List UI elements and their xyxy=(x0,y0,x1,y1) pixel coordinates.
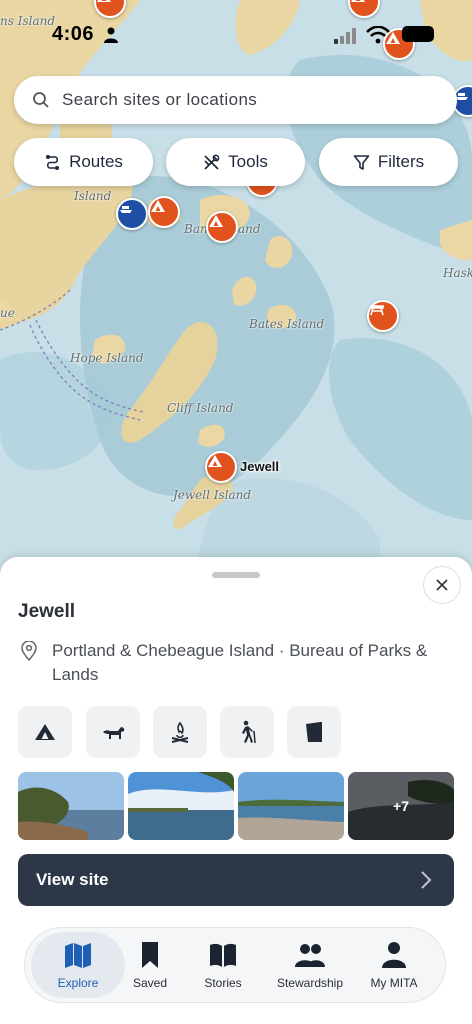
map-icon xyxy=(65,943,91,968)
map-label: and xyxy=(238,222,261,236)
amenity-hiking[interactable] xyxy=(220,706,274,758)
person-icon xyxy=(104,27,118,43)
campfire-icon xyxy=(171,721,189,743)
view-site-label: View site xyxy=(36,870,109,889)
battery-icon xyxy=(402,26,434,42)
amenity-campfire[interactable] xyxy=(153,706,207,758)
wifi-icon xyxy=(366,26,390,44)
tab-label: Saved xyxy=(132,976,168,990)
ferry-icon xyxy=(120,206,132,213)
tent-icon xyxy=(151,200,165,212)
close-button[interactable] xyxy=(423,566,461,604)
map-label: ue xyxy=(0,306,15,320)
book-icon xyxy=(210,943,236,967)
tent-icon xyxy=(97,0,111,2)
tab-label: My MITA xyxy=(370,976,418,990)
tools-icon xyxy=(204,154,220,170)
site-photo[interactable] xyxy=(18,772,124,840)
status-time: 4:06 xyxy=(52,23,95,45)
site-photo-more[interactable]: +7 xyxy=(348,772,454,840)
tent-icon xyxy=(35,724,55,740)
photo-image xyxy=(238,772,344,840)
photo-image xyxy=(128,772,234,840)
group-icon xyxy=(295,944,325,967)
search-input[interactable] xyxy=(62,90,422,110)
tab-stewardship[interactable]: Stewardship xyxy=(268,932,352,998)
campsite-pin[interactable] xyxy=(206,211,238,243)
location-text: Portland & Chebeague Island · Bureau of … xyxy=(52,641,428,684)
tab-stories[interactable]: Stories xyxy=(195,932,251,998)
bookmark-icon xyxy=(142,942,158,968)
tab-label: Stories xyxy=(204,976,242,990)
chevron-right-icon xyxy=(421,871,432,889)
routes-icon xyxy=(46,154,60,170)
site-detail-sheet: Jewell Portland & Chebeague Island · Bur… xyxy=(0,557,472,1024)
location-pin-icon xyxy=(21,641,37,661)
person-icon xyxy=(382,942,406,968)
map-label: Jewell Island xyxy=(173,488,252,502)
tent-icon xyxy=(209,215,223,227)
dog-icon xyxy=(103,727,125,739)
picnic-table-icon xyxy=(370,305,384,316)
map-label: Hope Island xyxy=(70,351,144,365)
site-photo[interactable] xyxy=(128,772,234,840)
map-label: Bates Island xyxy=(249,317,325,331)
tools-button[interactable]: Tools xyxy=(166,138,305,186)
tab-label: Explore xyxy=(57,976,99,990)
routes-label: Routes xyxy=(69,152,123,171)
status-bar: 4:06 xyxy=(0,18,472,48)
map-label: Hask xyxy=(443,266,472,280)
pin-label: Jewell xyxy=(240,459,280,474)
more-photos-count: +7 xyxy=(348,772,454,840)
tools-label: Tools xyxy=(228,152,268,171)
filter-icon xyxy=(353,154,370,170)
map-label: Island xyxy=(74,189,112,203)
bottom-tab-bar: Explore Saved Stories Stewardship My MIT… xyxy=(24,927,446,1003)
site-title: Jewell xyxy=(18,601,76,622)
site-photo[interactable] xyxy=(238,772,344,840)
site-location: Portland & Chebeague Island · Bureau of … xyxy=(20,639,450,687)
tent-icon xyxy=(208,455,222,467)
signal-icon xyxy=(334,28,356,44)
campsite-pin[interactable] xyxy=(148,196,180,228)
routes-button[interactable]: Routes xyxy=(14,138,153,186)
view-site-button[interactable]: View site xyxy=(18,854,454,906)
amenity-privy[interactable] xyxy=(287,706,341,758)
amenity-tent[interactable] xyxy=(18,706,72,758)
search-icon xyxy=(33,92,49,108)
filters-label: Filters xyxy=(377,152,425,171)
selected-campsite-pin[interactable] xyxy=(205,451,237,483)
map-label: Cliff Island xyxy=(167,401,234,415)
amenity-dog[interactable] xyxy=(86,706,140,758)
ferry-pin[interactable] xyxy=(116,198,148,230)
search-bar[interactable] xyxy=(14,76,457,124)
filters-button[interactable]: Filters xyxy=(319,138,458,186)
photo-image xyxy=(18,772,124,840)
privy-icon xyxy=(306,722,322,742)
tab-label: Stewardship xyxy=(276,976,344,990)
tent-icon xyxy=(351,0,365,2)
tab-my-mita[interactable]: My MITA xyxy=(361,932,427,998)
tab-explore[interactable]: Explore xyxy=(31,932,125,998)
picnic-pin[interactable] xyxy=(367,300,399,332)
map-label: Ban xyxy=(184,222,208,236)
close-icon xyxy=(436,579,448,591)
tab-saved[interactable]: Saved xyxy=(125,932,175,998)
sheet-drag-handle[interactable] xyxy=(212,572,260,578)
hiking-icon xyxy=(242,720,256,744)
